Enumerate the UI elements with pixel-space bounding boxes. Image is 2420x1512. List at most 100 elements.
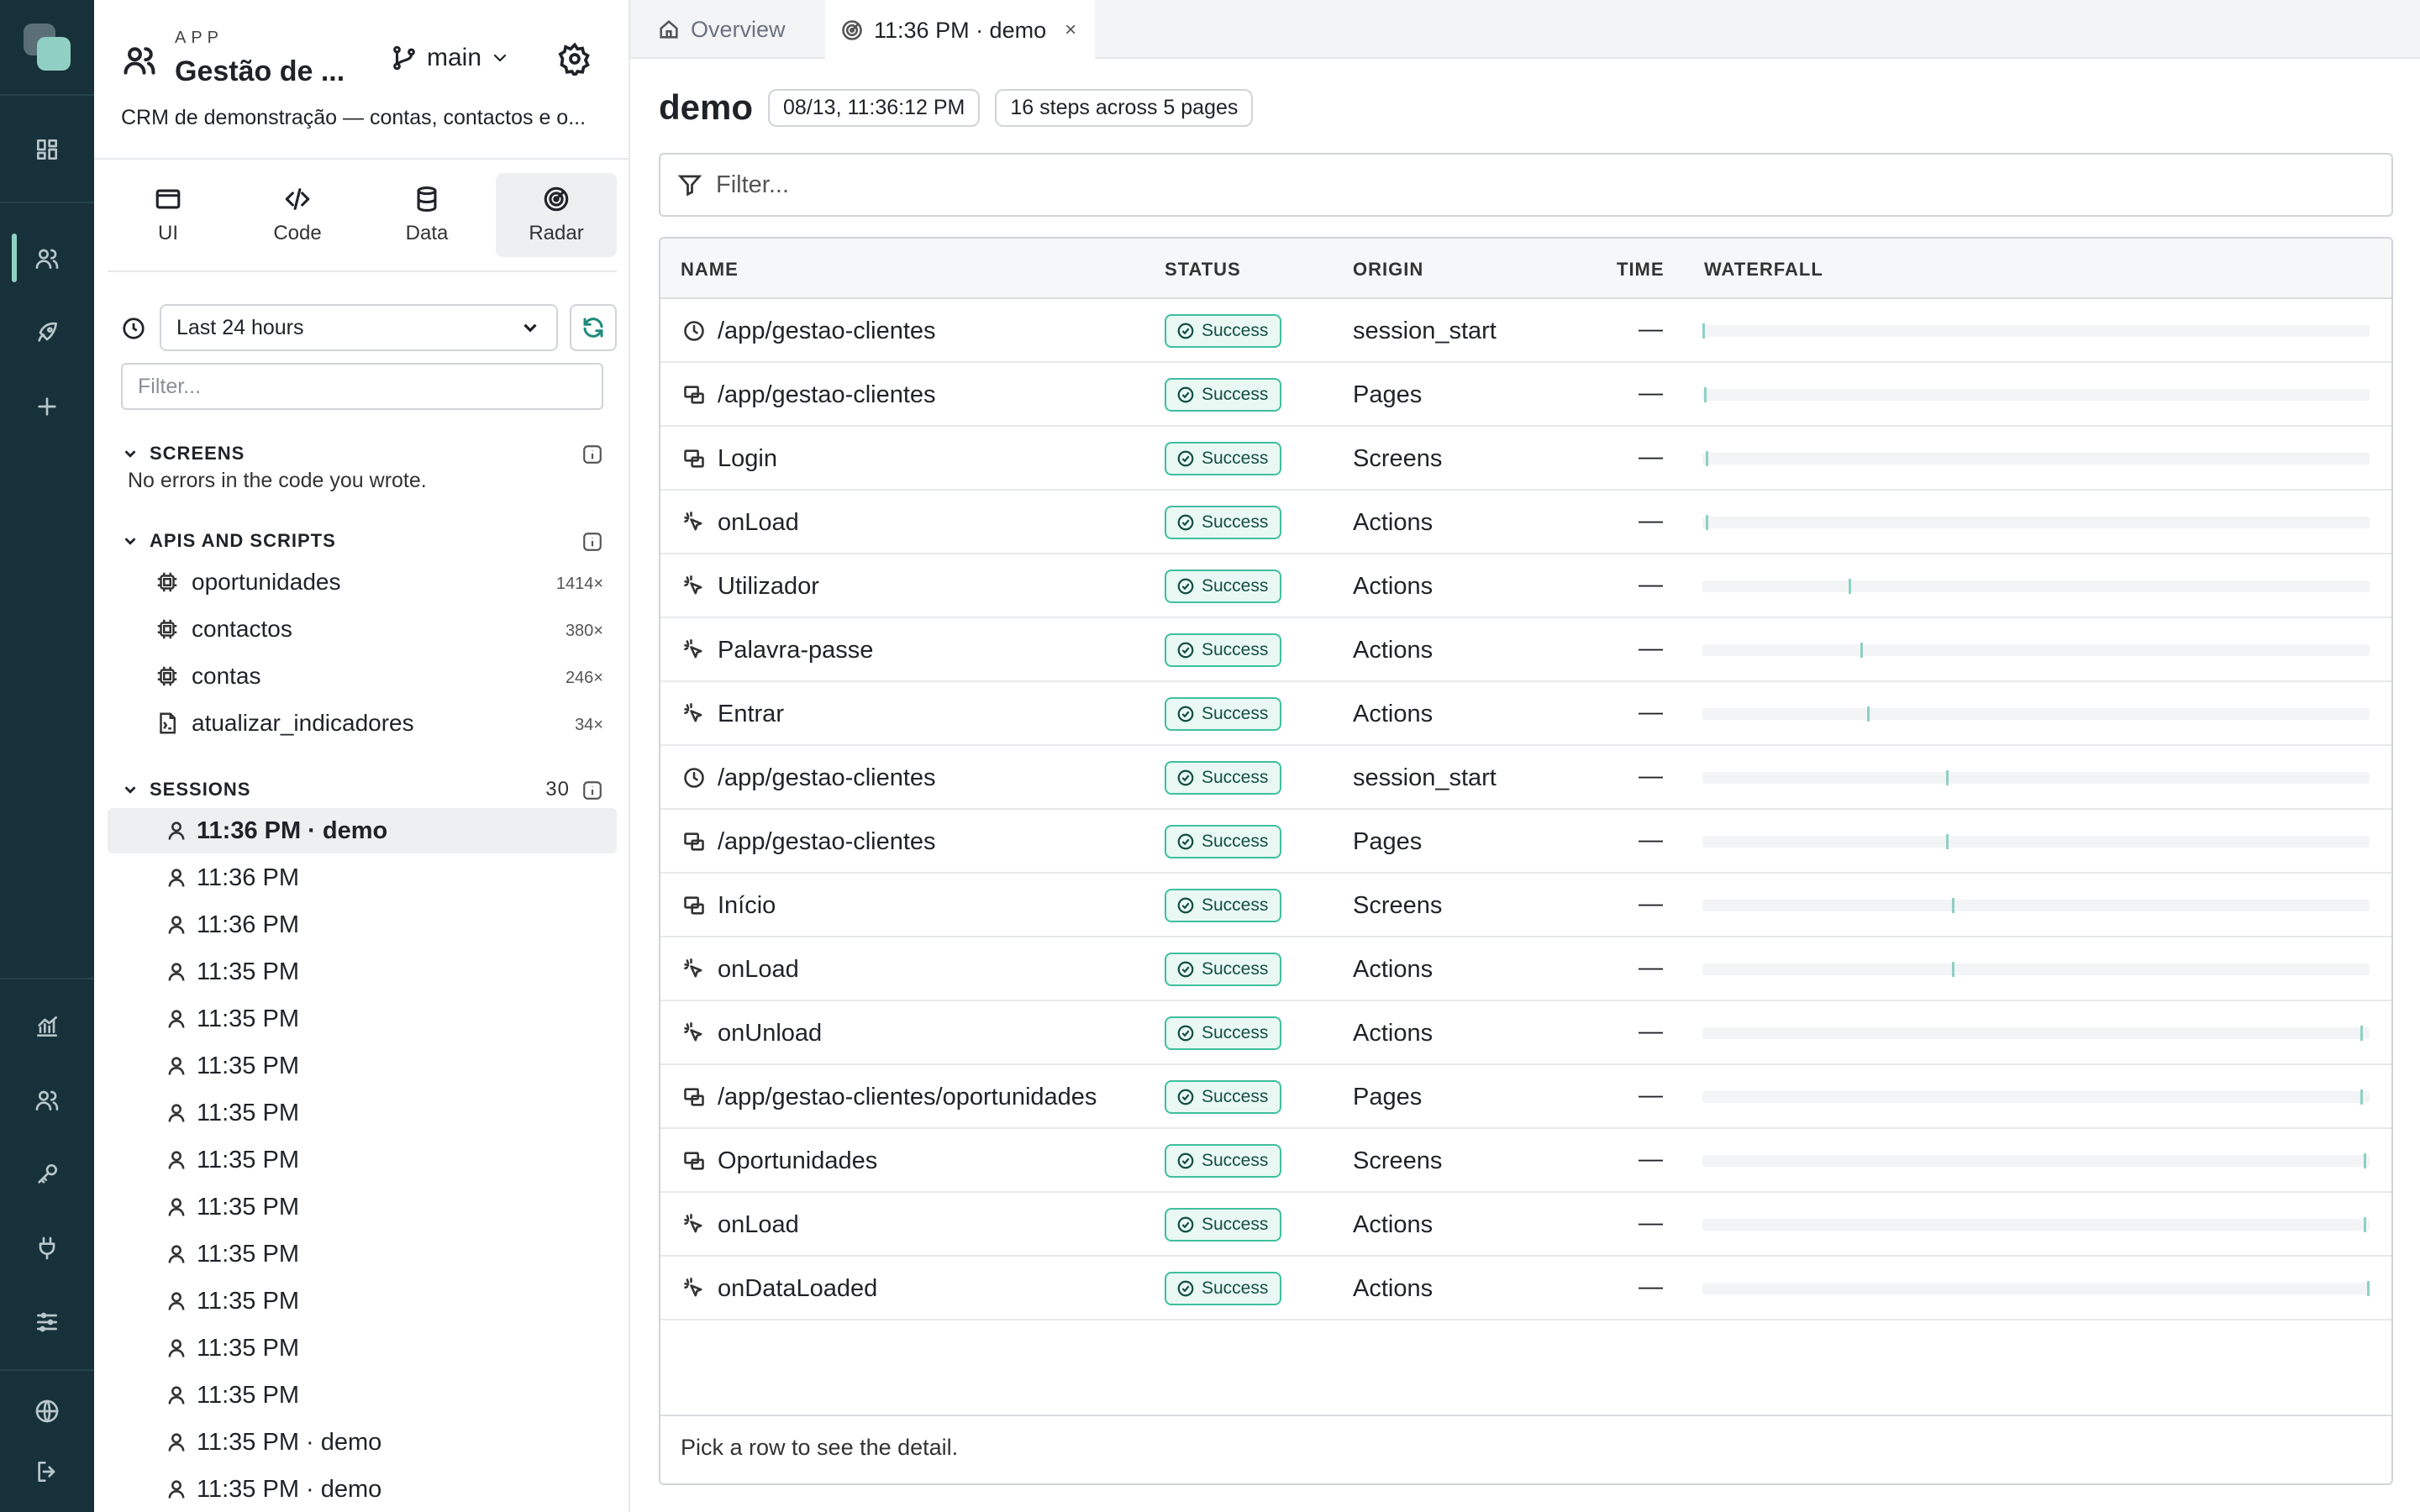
database-icon <box>417 186 437 213</box>
api-item[interactable]: contactos 380× <box>155 610 617 648</box>
waterfall-track <box>1702 898 2370 913</box>
gear-icon[interactable] <box>558 42 592 79</box>
table-row[interactable]: Utilizador Success Actions — <box>660 554 2391 618</box>
table-row[interactable]: onLoad Success Actions — <box>660 937 2391 1001</box>
step-name: /app/gestao-clientes <box>718 381 936 408</box>
rocket-icon[interactable] <box>27 312 67 353</box>
sidebar-filter-input[interactable]: Filter... <box>121 363 603 410</box>
info-icon[interactable] <box>581 531 603 553</box>
clock-icon <box>682 319 706 343</box>
action-icon <box>682 958 706 981</box>
check-circle-icon <box>1177 450 1194 467</box>
info-icon[interactable] <box>581 780 603 801</box>
apis-section-header[interactable]: APIS AND SCRIPTS <box>121 526 617 556</box>
action-icon <box>682 575 706 598</box>
info-icon[interactable] <box>581 444 603 465</box>
mode-ui[interactable]: UI <box>108 173 229 257</box>
session-label: 11:35 PM <box>197 1240 299 1268</box>
users-icon[interactable] <box>27 239 67 279</box>
clock-icon <box>121 316 146 341</box>
status-badge: Success <box>1165 442 1282 475</box>
column-header-time[interactable]: TIME <box>1617 259 1665 281</box>
check-circle-icon <box>1177 1280 1194 1297</box>
session-item[interactable]: 11:35 PM <box>108 996 617 1042</box>
globe-icon[interactable] <box>27 1391 67 1431</box>
session-item[interactable]: 11:35 PM <box>108 1231 617 1277</box>
sliders-icon[interactable] <box>27 1302 67 1342</box>
mode-code[interactable]: Code <box>237 173 358 257</box>
table-row[interactable]: /app/gestao-clientes Success Pages — <box>660 363 2391 427</box>
session-item[interactable]: 11:35 PM <box>108 1184 617 1230</box>
column-header-name[interactable]: NAME <box>681 259 739 281</box>
waterfall-track <box>1702 515 2370 530</box>
dashboard-icon[interactable] <box>27 129 67 170</box>
table-row[interactable]: Login Success Screens — <box>660 427 2391 491</box>
user-icon <box>168 869 185 887</box>
session-item[interactable]: 11:36 PM <box>108 902 617 948</box>
status-badge: Success <box>1165 825 1282 858</box>
session-item[interactable]: 11:35 PM <box>108 1373 617 1418</box>
session-item[interactable]: 11:35 PM <box>108 1090 617 1136</box>
waterfall-marker <box>1849 579 1852 594</box>
column-header-waterfall[interactable]: WATERFALL <box>1704 259 1823 281</box>
table-row[interactable]: /app/gestao-clientes Success Pages — <box>660 810 2391 874</box>
team-icon[interactable] <box>27 1080 67 1121</box>
key-icon[interactable] <box>27 1154 67 1194</box>
session-item[interactable]: 11:35 PM <box>108 949 617 995</box>
waterfall-marker <box>1945 834 1949 849</box>
session-item[interactable]: 11:35 PM <box>108 1278 617 1324</box>
plug-icon[interactable] <box>27 1228 67 1268</box>
session-item[interactable]: 11:36 PM · demo <box>108 808 617 853</box>
table-row[interactable]: /app/gestao-clientes/oportunidades Succes… <box>660 1065 2391 1129</box>
steps-filter-input[interactable]: Filter... <box>659 153 2393 217</box>
user-icon <box>168 1245 185 1263</box>
api-item[interactable]: contas 246× <box>155 657 617 696</box>
column-header-status[interactable]: STATUS <box>1165 259 1241 281</box>
step-time: — <box>1639 827 1663 853</box>
waterfall-track <box>1702 962 2370 977</box>
step-time: — <box>1639 1273 1663 1300</box>
time-range-row: Last 24 hours <box>121 304 617 353</box>
waterfall-track <box>1702 770 2370 785</box>
tab-label: Overview <box>691 16 786 42</box>
time-range-select[interactable]: Last 24 hours <box>160 304 558 351</box>
session-item[interactable]: 11:35 PM <box>108 1326 617 1371</box>
mode-data[interactable]: Data <box>366 173 487 257</box>
plus-icon[interactable] <box>27 386 67 427</box>
table-row[interactable]: Entrar Success Actions — <box>660 682 2391 746</box>
branch-selector[interactable]: main <box>390 44 510 72</box>
table-row[interactable]: /app/gestao-clientes Success session_start… <box>660 746 2391 810</box>
mode-radar[interactable]: Radar <box>496 173 617 257</box>
step-name: Início <box>718 892 776 919</box>
session-label: 11:36 PM <box>197 864 299 891</box>
table-row[interactable]: Palavra-passe Success Actions — <box>660 618 2391 682</box>
refresh-button[interactable] <box>570 304 617 351</box>
table-row[interactable]: /app/gestao-clientes Success session_start… <box>660 299 2391 363</box>
logout-icon[interactable] <box>27 1452 67 1492</box>
session-item[interactable]: 11:35 PM · demo <box>108 1420 617 1465</box>
session-item[interactable]: 11:35 PM · demo <box>108 1467 617 1512</box>
sessions-section-header[interactable]: SESSIONS 30 <box>121 774 617 805</box>
tab-session[interactable]: 11:36 PM · demo × <box>825 0 1096 60</box>
action-icon <box>682 702 706 726</box>
table-row[interactable]: onLoad Success Actions — <box>660 1193 2391 1257</box>
column-header-origin[interactable]: ORIGIN <box>1353 259 1423 281</box>
session-item[interactable]: 11:35 PM <box>108 1043 617 1089</box>
screens-section-header[interactable]: SCREENS <box>121 438 617 469</box>
close-icon[interactable]: × <box>1065 18 1076 42</box>
logo[interactable] <box>24 24 71 71</box>
user-icon <box>168 1010 185 1028</box>
table-row[interactable]: Início Success Screens — <box>660 874 2391 937</box>
analytics-icon[interactable] <box>27 1006 67 1047</box>
tab-overview[interactable]: Overview <box>645 0 797 59</box>
table-row[interactable]: onUnload Success Actions — <box>660 1001 2391 1065</box>
api-item[interactable]: atualizar_indicadores 34× <box>155 704 617 743</box>
waterfall-marker <box>1952 962 1955 977</box>
table-row[interactable]: onLoad Success Actions — <box>660 491 2391 554</box>
session-item[interactable]: 11:35 PM <box>108 1137 617 1183</box>
user-icon <box>168 1292 185 1310</box>
session-item[interactable]: 11:36 PM <box>108 855 617 900</box>
table-row[interactable]: Oportunidades Success Screens — <box>660 1129 2391 1193</box>
table-row[interactable]: onDataLoaded Success Actions — <box>660 1257 2391 1320</box>
api-item[interactable]: oportunidades 1414× <box>155 563 617 601</box>
